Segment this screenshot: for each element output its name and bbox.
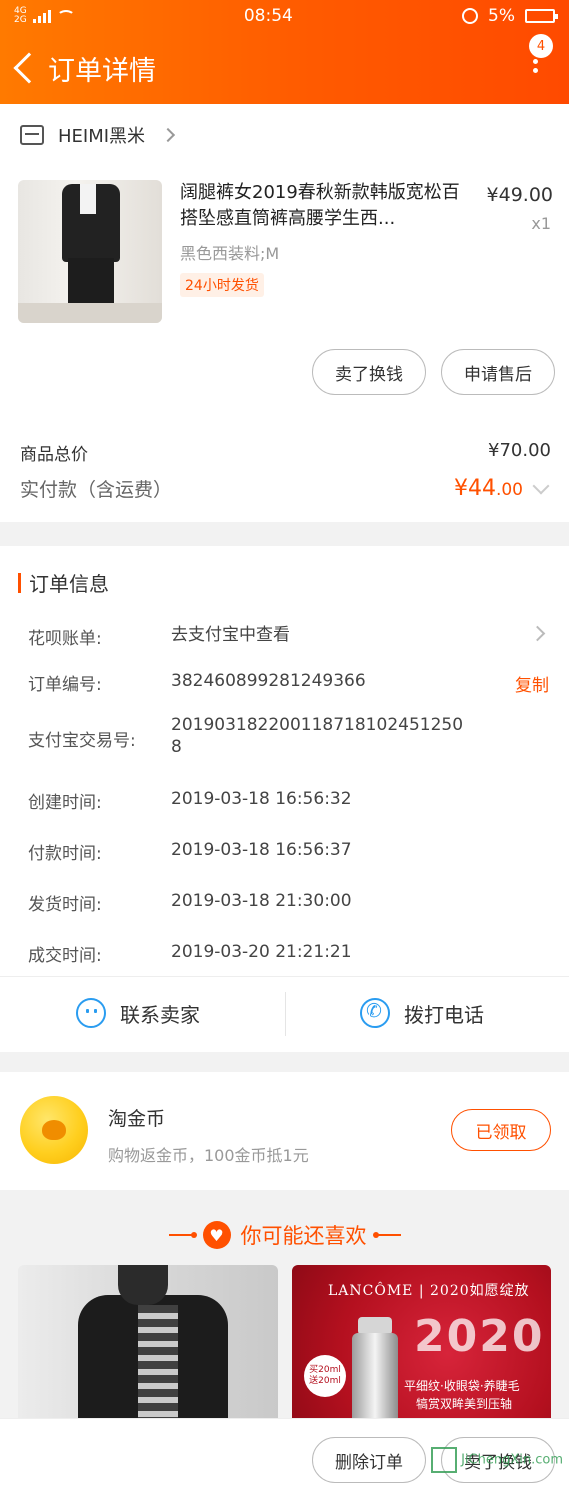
coin-icon: [20, 1096, 88, 1164]
product-sku: 黑色西装料;M: [180, 244, 280, 263]
chevron-right-icon[interactable]: [529, 625, 546, 642]
product-price: ¥49.00: [486, 184, 553, 206]
serum-bottle-image: [352, 1333, 398, 1425]
order-info-title: 订单信息: [18, 568, 109, 597]
back-icon[interactable]: [13, 52, 45, 84]
alipay-trade-value-line2: 8: [171, 737, 182, 757]
battery-icon: [525, 9, 558, 23]
copy-button[interactable]: 复制: [515, 671, 549, 696]
expand-chevron-icon[interactable]: [532, 477, 550, 495]
order-number-value: 382460899281249366: [171, 671, 366, 691]
payment-time-value: 2019-03-18 16:56:37: [171, 840, 352, 860]
heart-icon: ♥: [202, 1221, 231, 1249]
contact-seller-button[interactable]: 联系卖家: [76, 998, 200, 1028]
recommended-item-lancome-ad[interactable]: LANCÔME | 2020如愿绽放 2020 买20ml 送20ml 平细纹·…: [292, 1265, 551, 1425]
alarm-icon: [462, 8, 479, 24]
coins-title: 淘金币: [108, 1108, 166, 1130]
page-title: 订单详情: [48, 55, 156, 87]
shipping-time-label: 发货时间:: [28, 895, 102, 915]
signal-icon: [32, 9, 51, 23]
ad-brand: LANCÔME | 2020如愿绽放: [328, 1283, 530, 1299]
product-image[interactable]: [18, 180, 162, 323]
phone-icon: [360, 998, 390, 1028]
total-price-value: ¥70.00: [488, 440, 551, 461]
status-time: 08:54: [243, 6, 293, 26]
store-icon: [20, 125, 44, 145]
battery-percent: 5%: [488, 6, 515, 26]
deal-time-label: 成交时间:: [28, 946, 102, 966]
delete-order-button[interactable]: 删除订单: [312, 1437, 426, 1483]
order-info-card: 订单信息 花呗账单: 去支付宝中查看 订单编号: 382460899281249…: [0, 546, 569, 1052]
status-bar: 4G 2G 08:54 5%: [0, 0, 569, 32]
shipping-time-value: 2019-03-18 21:30:00: [171, 891, 352, 911]
created-time-label: 创建时间:: [28, 793, 102, 813]
watermark: JiChengXin.com: [431, 1447, 563, 1473]
alipay-trade-label: 支付宝交易号:: [28, 731, 136, 751]
alipay-trade-value-line1: 201903182200118718102451250: [171, 715, 464, 735]
claimed-button[interactable]: 已领取: [451, 1109, 551, 1151]
product-card: HEIMI黑米 阔腿裤女2019春秋新款韩版宽松百搭坠感直筒裤高腰学生西... …: [0, 104, 569, 522]
coins-subtitle: 购物返金币，100金币抵1元: [108, 1146, 309, 1165]
chat-icon: [76, 998, 106, 1028]
ad-gift-tag: 买20ml 送20ml: [304, 1355, 346, 1397]
ad-big-text: 2020: [414, 1311, 545, 1362]
ad-copy-2: 犒赏双眸美到压轴: [416, 1397, 513, 1411]
message-badge: 4: [529, 34, 553, 58]
bottom-action-bar: 删除订单 卖了换钱 JiChengXin.com: [0, 1418, 569, 1500]
sell-for-cash-button[interactable]: 卖了换钱: [312, 349, 426, 395]
payment-time-label: 付款时间:: [28, 844, 102, 864]
product-quantity: x1: [531, 214, 551, 233]
after-sales-button[interactable]: 申请售后: [441, 349, 555, 395]
deal-time-value: 2019-03-20 21:21:21: [171, 942, 352, 962]
paid-amount-value: ¥44.00: [453, 476, 523, 501]
call-phone-button[interactable]: 拨打电话: [360, 998, 484, 1028]
huabei-link[interactable]: 去支付宝中查看: [171, 624, 290, 646]
ad-copy-1: 平细纹·收眼袋·养睫毛: [404, 1379, 520, 1393]
taobao-coins-card: 淘金币 购物返金币，100金币抵1元 已领取: [0, 1072, 569, 1190]
shop-link[interactable]: HEIMI黑米: [20, 122, 176, 148]
product-title[interactable]: 阔腿裤女2019春秋新款韩版宽松百搭坠感直筒裤高腰学生西...: [180, 180, 465, 232]
recommended-item-jacket[interactable]: [18, 1265, 278, 1425]
signal-area: 4G 2G: [14, 7, 75, 25]
recommend-title: ♥ 你可能还喜欢: [0, 1220, 569, 1250]
top-header: 4G 2G 08:54 5% 订单详情 4: [0, 0, 569, 104]
shop-name: HEIMI黑米: [58, 126, 146, 147]
nav-bar: 订单详情 4: [0, 32, 569, 104]
chevron-right-icon: [160, 127, 176, 143]
order-number-label: 订单编号:: [28, 675, 102, 695]
wifi-icon: [56, 9, 75, 23]
huabei-label: 花呗账单:: [28, 629, 102, 649]
shipping-tag: 24小时发货: [180, 273, 264, 297]
total-price-label: 商品总价: [20, 445, 88, 465]
network-type-bottom: 2G: [14, 15, 27, 25]
created-time-value: 2019-03-18 16:56:32: [171, 789, 352, 809]
paid-amount-label: 实付款（含运费）: [20, 479, 173, 501]
